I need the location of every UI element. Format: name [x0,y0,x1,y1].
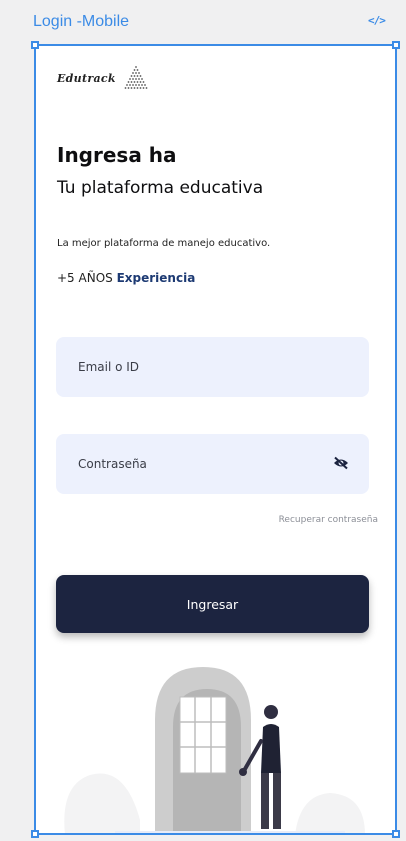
frame-title[interactable]: Login -Mobile [33,13,129,31]
page-title: Ingresa ha [57,143,177,167]
page-subtitle: Tu plataforma educativa [57,178,264,198]
email-placeholder: Email o ID [78,360,140,374]
selection-right [395,45,397,834]
resize-handle-top-left[interactable] [31,41,39,49]
eye-off-icon[interactable] [333,456,349,470]
brand-logo: Edutrack [57,65,150,91]
password-field[interactable]: Contraseña [56,434,369,494]
resize-handle-bottom-left[interactable] [31,830,39,838]
experience-text: +5 AÑOS Experiencia [57,271,195,285]
login-mobile-artboard: Edutrack Ingresa ha Tu plataforma educat… [35,45,396,835]
logo-text: Edutrack [57,71,116,85]
resize-handle-top-right[interactable] [392,41,400,49]
experience-highlight: Experiencia [116,271,196,285]
email-field[interactable]: Email o ID [56,337,369,397]
description-text: La mejor plataforma de manejo educativo. [57,238,271,249]
years-prefix: +5 AÑOS [57,271,113,285]
password-placeholder: Contraseña [78,457,147,471]
login-button[interactable]: Ingresar [56,575,369,633]
logo-mark-icon [124,66,148,89]
selection-top [35,44,396,46]
selection-left [34,45,36,834]
code-icon[interactable]: </> [368,14,386,27]
selection-bottom [35,833,396,835]
resize-handle-bottom-right[interactable] [392,830,400,838]
login-button-label: Ingresar [186,596,239,612]
door-illustration [64,667,365,835]
recover-password-link[interactable]: Recuperar contraseña [279,515,378,525]
